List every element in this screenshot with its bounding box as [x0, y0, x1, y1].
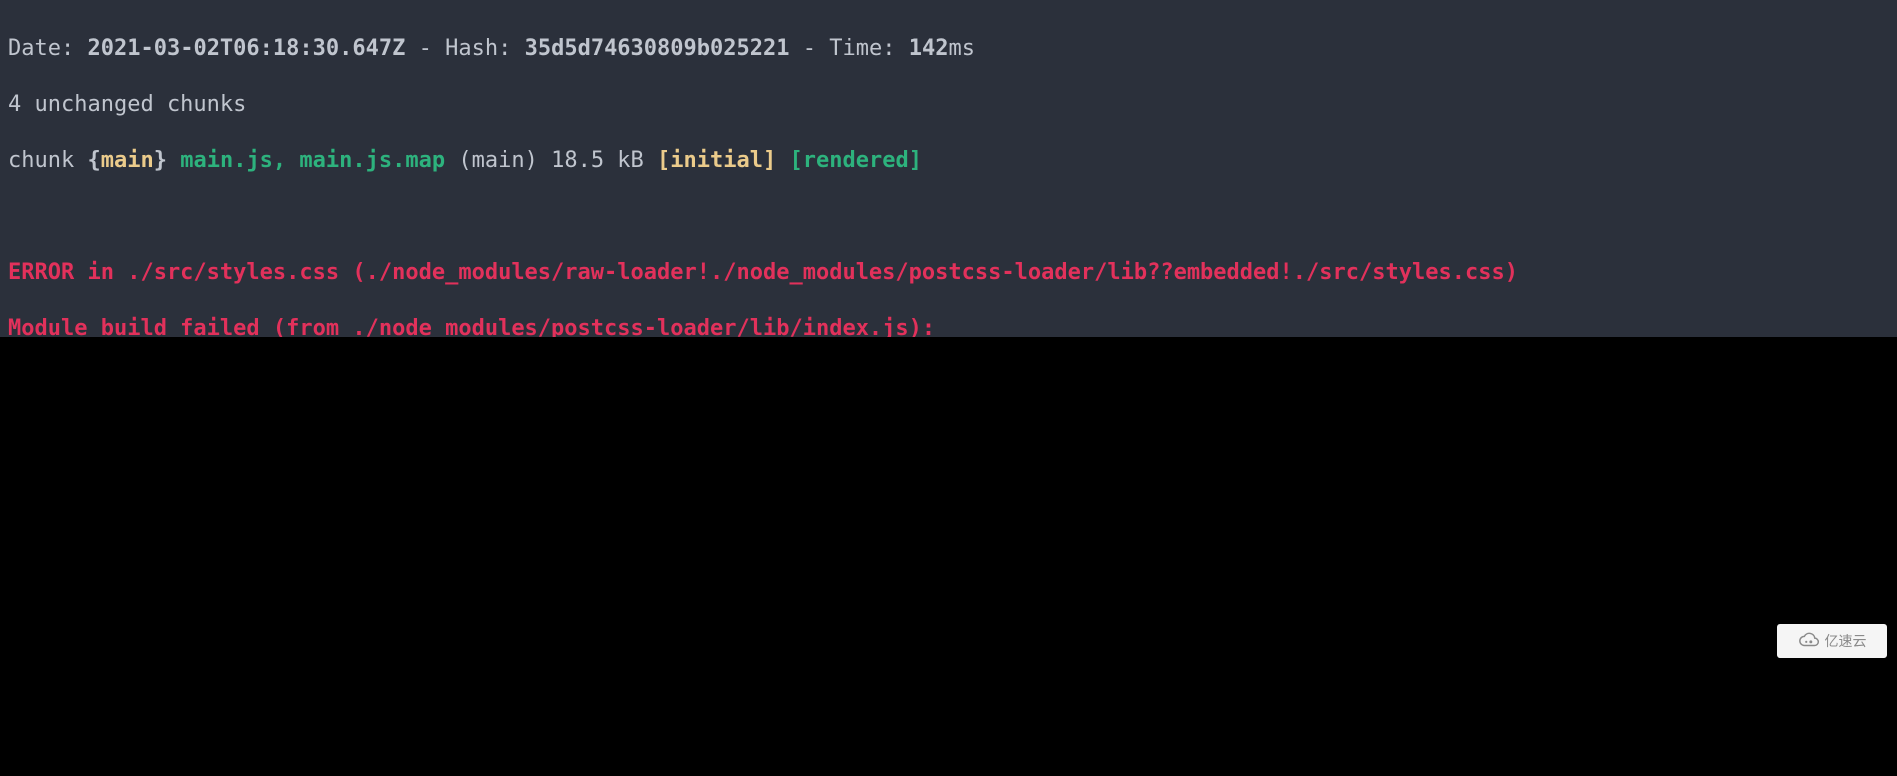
date-label: Date:: [8, 36, 87, 61]
chunk-line: chunk {main} main.js, main.js.map (main)…: [8, 147, 1889, 175]
brace-close: }: [154, 148, 167, 173]
chunk-prefix: chunk: [8, 148, 87, 173]
time-value: 142: [909, 36, 949, 61]
error-line-1: ERROR in ./src/styles.css (./node_module…: [8, 259, 1889, 287]
hash-value: 35d5d74630809b025221: [525, 36, 790, 61]
brace-open: {: [87, 148, 100, 173]
chunk-meta: (main) 18.5 kB: [445, 148, 657, 173]
error-line-2: Module build failed (from ./node_modules…: [8, 315, 1889, 337]
terminal-output: Date: 2021-03-02T06:18:30.647Z - Hash: 3…: [0, 0, 1897, 337]
sep-hash: - Hash:: [405, 36, 524, 61]
blank-line: [8, 203, 1889, 231]
sep-time: - Time:: [790, 36, 909, 61]
chunk-space: [776, 148, 789, 173]
time-unit: ms: [948, 36, 975, 61]
date-value: 2021-03-02T06:18:30.647Z: [87, 36, 405, 61]
chunk-initial: [initial]: [657, 148, 776, 173]
cloud-icon: [1798, 629, 1820, 654]
chunk-name: main: [101, 148, 154, 173]
watermark-text: 亿速云: [1825, 631, 1867, 651]
unchanged-chunks-line: 4 unchanged chunks: [8, 91, 1889, 119]
build-header-line: Date: 2021-03-02T06:18:30.647Z - Hash: 3…: [8, 35, 1889, 63]
watermark-badge: 亿速云: [1777, 624, 1887, 658]
chunk-files: main.js, main.js.map: [167, 148, 445, 173]
chunk-rendered: [rendered]: [790, 148, 922, 173]
